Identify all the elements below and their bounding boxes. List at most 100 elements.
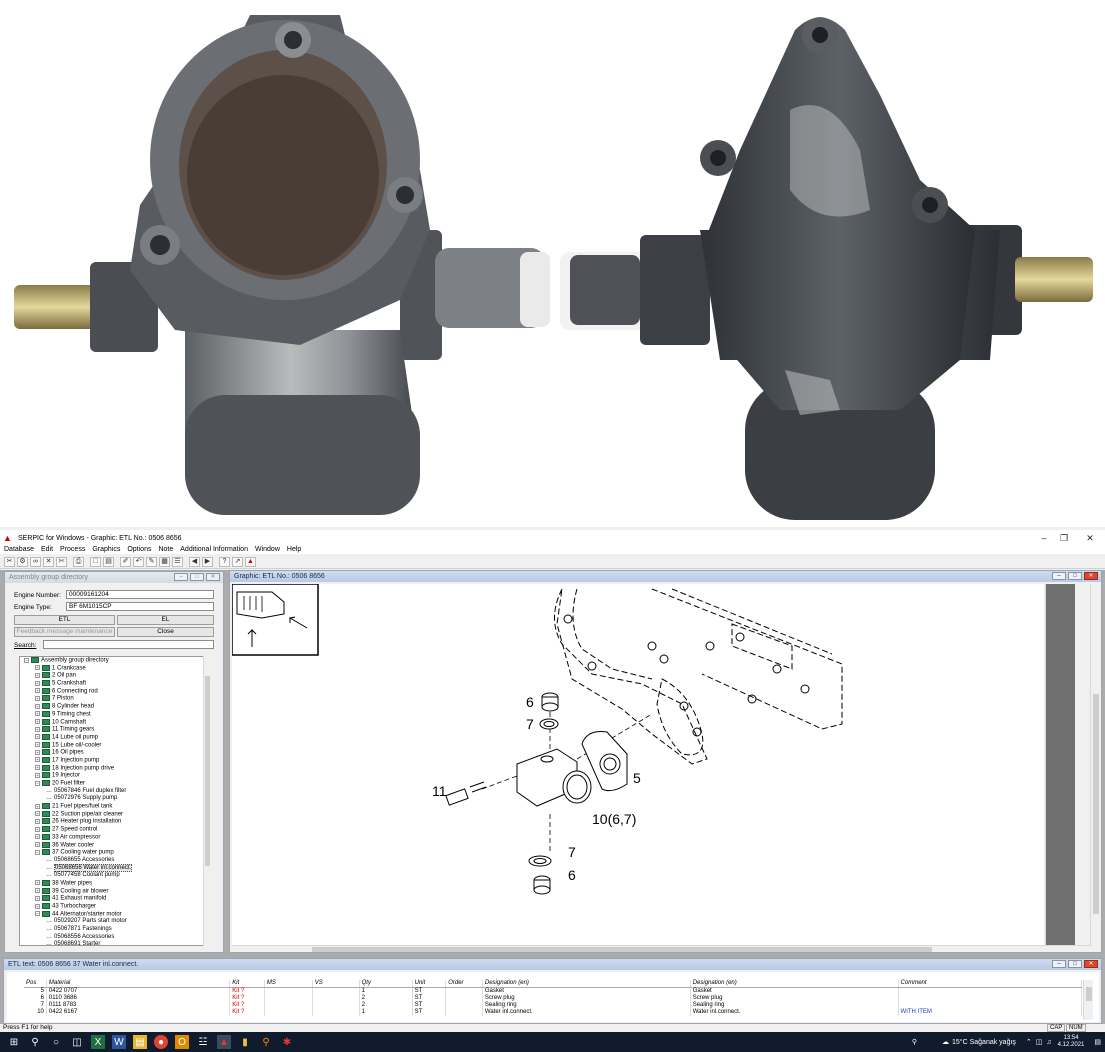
- expand-icon[interactable]: +: [35, 834, 40, 840]
- toolbar-delete-icon[interactable]: ✕: [43, 556, 54, 567]
- search-input[interactable]: [43, 640, 214, 649]
- notifications-icon[interactable]: ▤: [1094, 1038, 1101, 1046]
- menu-help[interactable]: Help: [287, 546, 301, 553]
- tree-item[interactable]: +16 Oil pipes: [20, 749, 208, 757]
- callout-6-bottom[interactable]: 6: [568, 867, 576, 883]
- tree-scrollbar[interactable]: [203, 656, 210, 946]
- toolbar-edit-icon[interactable]: ✎: [146, 556, 157, 567]
- graphic-vertical-scrollbar[interactable]: [1090, 584, 1100, 946]
- tree-item[interactable]: … 05067846 Fuel duplex filter: [20, 788, 208, 796]
- toolbar-pen-icon[interactable]: ✐: [120, 556, 131, 567]
- expand-icon[interactable]: +: [35, 895, 40, 901]
- tree-item[interactable]: +41 Exhaust manifold: [20, 895, 208, 903]
- clock[interactable]: 13:54 4.12.2021: [1058, 1035, 1085, 1049]
- assembly-tree[interactable]: − Assembly group directory +1 Crankcase +2 …: [19, 656, 209, 946]
- toolbar-print-icon[interactable]: ⎙: [73, 556, 84, 567]
- menu-graphics[interactable]: Graphics: [92, 546, 120, 553]
- toolbar-tool-icon[interactable]: ⚙: [17, 556, 28, 567]
- callout-10[interactable]: 10(6,7): [592, 811, 636, 827]
- tree-item[interactable]: … 05029207 Parts start motor: [20, 918, 208, 926]
- etl-button[interactable]: ETL: [14, 615, 115, 625]
- expand-icon[interactable]: +: [35, 672, 40, 678]
- collapse-icon[interactable]: −: [35, 911, 40, 917]
- etl-scroll-thumb[interactable]: [1086, 987, 1092, 1001]
- toolbar-scissors-icon[interactable]: ✂: [4, 556, 15, 567]
- tree-item[interactable]: +18 Injection pump drive: [20, 764, 208, 773]
- expand-icon[interactable]: +: [35, 734, 40, 740]
- callout-6-top[interactable]: 6: [526, 694, 534, 710]
- col-pos[interactable]: Pos: [24, 980, 47, 988]
- menu-options[interactable]: Options: [127, 546, 151, 553]
- tree-item[interactable]: +36 Water cooler: [20, 841, 208, 850]
- tree-item[interactable]: … 05068556 Accessories: [20, 934, 208, 942]
- tree-item[interactable]: − 37 Cooling water pump: [20, 849, 208, 857]
- etl-close-button[interactable]: ✕: [1084, 960, 1098, 968]
- toolbar-table-icon[interactable]: ▦: [159, 556, 170, 567]
- table-row[interactable]: 5 0422 0707 Kit ? 1 ST Gasket Gasket: [24, 987, 1083, 995]
- tree-item[interactable]: − 20 Fuel filter: [20, 780, 208, 788]
- assembly-close-button[interactable]: ✕: [206, 573, 220, 581]
- feedback-message-button[interactable]: Feedback message maintenance: [14, 627, 115, 637]
- expand-icon[interactable]: +: [35, 880, 40, 886]
- file-explorer-icon[interactable]: ▤: [133, 1035, 147, 1049]
- tray-network-icon[interactable]: ◫: [1036, 1038, 1043, 1046]
- col-designation-1[interactable]: Designation (en): [482, 980, 691, 988]
- expand-icon[interactable]: +: [35, 772, 40, 778]
- tree-item[interactable]: +10 Camshaft: [20, 718, 208, 727]
- callout-11[interactable]: 11: [432, 783, 447, 799]
- assembly-maximize-button[interactable]: □: [190, 573, 204, 581]
- col-material[interactable]: Material: [46, 980, 231, 988]
- tree-item[interactable]: +2 Oil pan: [20, 672, 208, 680]
- graphic-hscroll-thumb[interactable]: [312, 947, 932, 952]
- network-app-icon[interactable]: ☳: [196, 1035, 210, 1049]
- outlook-icon[interactable]: O: [175, 1035, 189, 1049]
- collapse-icon[interactable]: −: [35, 849, 40, 855]
- windows-start-icon[interactable]: ⊞: [7, 1035, 21, 1049]
- tree-item[interactable]: +33 Air compressor: [20, 833, 208, 842]
- tray-volume-icon[interactable]: ♫: [1046, 1039, 1051, 1046]
- col-designation-2[interactable]: Designation (en): [690, 980, 899, 988]
- tree-item[interactable]: … 05068691 Starter: [20, 941, 208, 945]
- person-icon[interactable]: ⚲: [912, 1038, 917, 1046]
- engine-number-field[interactable]: 00009161204: [66, 590, 214, 599]
- menu-note[interactable]: Note: [158, 546, 173, 553]
- tree-item[interactable]: +8 Cylinder head: [20, 703, 208, 711]
- el-button[interactable]: EL: [117, 615, 214, 625]
- menu-additional-information[interactable]: Additional Information: [180, 546, 248, 553]
- expand-icon[interactable]: +: [35, 726, 40, 732]
- tree-item[interactable]: +26 Heater plug installation: [20, 818, 208, 826]
- toolbar-undo-icon[interactable]: ↶: [133, 556, 144, 567]
- tree-item[interactable]: − Assembly group directory: [20, 657, 208, 665]
- collapse-icon[interactable]: −: [35, 780, 40, 786]
- tree-item[interactable]: … 05068656 Water inl.connect.: [20, 863, 208, 873]
- expand-icon[interactable]: +: [35, 765, 40, 771]
- toolbar-context-help-icon[interactable]: ↗: [232, 556, 243, 567]
- col-ms[interactable]: MS: [264, 980, 313, 988]
- graphic-maximize-button[interactable]: □: [1068, 572, 1082, 580]
- table-row[interactable]: 10 0422 6167 Kit ? 1 ST Water inl.connect. Wat…: [24, 1009, 1083, 1016]
- expand-icon[interactable]: +: [35, 811, 40, 817]
- collapse-icon[interactable]: −: [24, 657, 29, 663]
- menu-database[interactable]: Database: [4, 546, 34, 553]
- callout-5[interactable]: 5: [633, 770, 641, 786]
- col-order[interactable]: Order: [445, 980, 483, 988]
- etl-maximize-button[interactable]: □: [1068, 960, 1082, 968]
- toolbar-forward-icon[interactable]: ▶: [202, 556, 213, 567]
- toolbar-list-icon[interactable]: ☰: [172, 556, 183, 567]
- exploded-view-drawing[interactable]: 6 7 5 11 10(6,7) 7 6: [231, 583, 1044, 946]
- callout-7-bottom[interactable]: 7: [568, 844, 576, 860]
- tree-item[interactable]: − 44 Alternator/starter motor: [20, 910, 208, 919]
- callout-7-top[interactable]: 7: [526, 716, 534, 732]
- graphic-close-button[interactable]: ✕: [1084, 572, 1098, 580]
- graphic-horizontal-scrollbar[interactable]: [232, 945, 1090, 952]
- folder-icon[interactable]: ▮: [238, 1035, 252, 1049]
- expand-icon[interactable]: +: [35, 703, 40, 709]
- tree-item[interactable]: +17 Injection pump: [20, 756, 208, 765]
- expand-icon[interactable]: +: [35, 749, 40, 755]
- toolbar-cut-icon[interactable]: ✄: [56, 556, 67, 567]
- tree-item[interactable]: +38 Water pipes: [20, 879, 208, 888]
- expand-icon[interactable]: +: [35, 719, 40, 724]
- toolbar-new-icon[interactable]: □: [90, 556, 101, 567]
- tree-item[interactable]: +22 Suction pipe/air cleaner: [20, 810, 208, 819]
- col-comment[interactable]: Comment: [898, 980, 1083, 988]
